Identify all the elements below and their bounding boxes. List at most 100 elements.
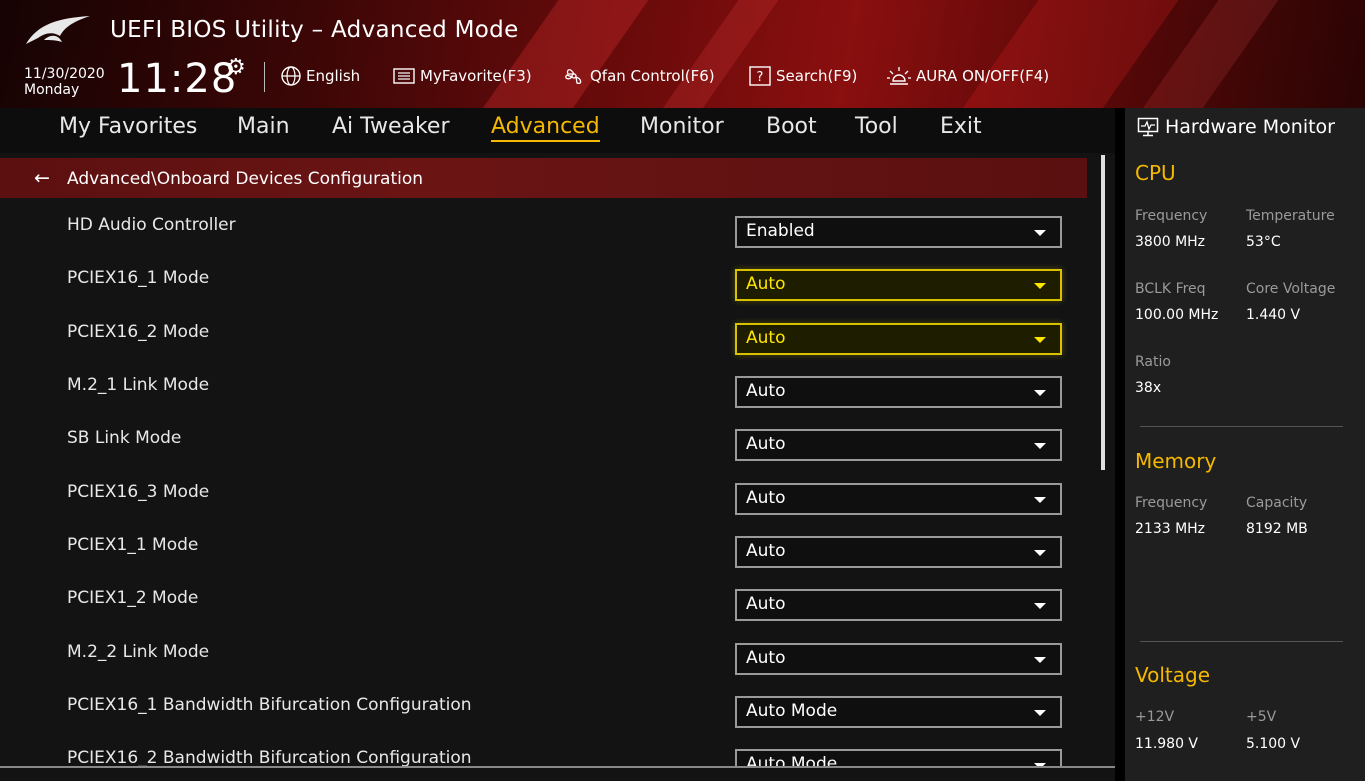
- setting-label: SB Link Mode: [67, 428, 182, 448]
- rog-logo-icon: [26, 16, 90, 44]
- setting-row-pciex16-2-bifurcation: PCIEX16_2 Bandwidth Bifurcation Configur…: [0, 735, 1087, 766]
- setting-label: M.2_1 Link Mode: [67, 375, 210, 395]
- header-bar: UEFI BIOS Utility – Advanced Mode 11/30/…: [0, 0, 1365, 108]
- v5-label: +5V: [1246, 709, 1277, 725]
- setting-dropdown[interactable]: Auto: [735, 643, 1062, 675]
- v12-value: 11.980 V: [1135, 736, 1199, 752]
- language-button[interactable]: English: [280, 64, 360, 88]
- setting-dropdown[interactable]: Enabled: [735, 216, 1062, 248]
- v5-value: 5.100 V: [1246, 736, 1301, 752]
- tab-boot[interactable]: Boot: [766, 114, 817, 139]
- qfan-label: Qfan Control(F6): [590, 67, 715, 85]
- settings-panel: ← Advanced\Onboard Devices Configuration…: [0, 153, 1115, 781]
- tab-my-favorites[interactable]: My Favorites: [59, 114, 197, 139]
- setting-row-pciex16-1-mode: PCIEX16_1 Mode Auto: [0, 255, 1087, 308]
- setting-dropdown[interactable]: Auto Mode: [735, 696, 1062, 728]
- tab-monitor[interactable]: Monitor: [640, 114, 724, 139]
- gear-icon[interactable]: ⚙: [226, 55, 246, 80]
- tab-exit[interactable]: Exit: [940, 114, 982, 139]
- tab-main[interactable]: Main: [237, 114, 290, 139]
- bclk-value: 100.00 MHz: [1135, 307, 1219, 323]
- voltage-heading: Voltage: [1135, 663, 1211, 687]
- dropdown-value: Auto: [746, 488, 786, 508]
- dropdown-value: Auto Mode: [746, 754, 838, 766]
- cpu-heading: CPU: [1135, 161, 1176, 185]
- setting-row-pciex1-2-mode: PCIEX1_2 Mode Auto: [0, 575, 1087, 628]
- ratio-label: Ratio: [1135, 354, 1171, 370]
- hardware-monitor-label: Hardware Monitor: [1165, 116, 1335, 138]
- setting-dropdown[interactable]: Auto: [735, 589, 1062, 621]
- setting-dropdown[interactable]: Auto: [735, 376, 1062, 408]
- chevron-down-icon: [1034, 657, 1046, 663]
- setting-label: PCIEX1_2 Mode: [67, 588, 199, 608]
- breadcrumb-bar: ← Advanced\Onboard Devices Configuration: [0, 158, 1087, 198]
- setting-label: PCIEX16_1 Bandwidth Bifurcation Configur…: [67, 695, 472, 715]
- tab-tool[interactable]: Tool: [855, 114, 898, 139]
- bclk-label: BCLK Freq: [1135, 281, 1206, 297]
- search-button[interactable]: ? Search(F9): [748, 64, 857, 88]
- memory-capacity-label: Capacity: [1246, 495, 1308, 511]
- dropdown-value: Enabled: [746, 221, 815, 241]
- dropdown-value: Auto: [746, 541, 786, 561]
- dropdown-value: Auto: [746, 648, 786, 668]
- scrollbar[interactable]: [1101, 155, 1105, 470]
- setting-dropdown[interactable]: Auto: [735, 483, 1062, 515]
- hardware-monitor-panel: Hardware Monitor CPU Frequency Temperatu…: [1125, 108, 1365, 781]
- setting-row-hd-audio: HD Audio Controller Enabled: [0, 202, 1087, 255]
- setting-dropdown[interactable]: Auto: [735, 323, 1062, 355]
- globe-icon: [281, 66, 301, 86]
- aura-label: AURA ON/OFF(F4): [916, 67, 1050, 85]
- clock-time: 11:28: [117, 56, 238, 102]
- setting-row-pciex1-1-mode: PCIEX1_1 Mode Auto: [0, 522, 1087, 575]
- setting-dropdown[interactable]: Auto: [735, 269, 1062, 301]
- setting-label: PCIEX16_2 Bandwidth Bifurcation Configur…: [67, 748, 472, 766]
- cpu-temperature-value: 53°C: [1246, 234, 1281, 250]
- dropdown-value: Auto: [746, 594, 786, 614]
- setting-row-pciex16-2-mode: PCIEX16_2 Mode Auto: [0, 309, 1087, 362]
- memory-capacity-value: 8192 MB: [1246, 521, 1308, 537]
- setting-dropdown[interactable]: Auto Mode: [735, 749, 1062, 766]
- tab-advanced[interactable]: Advanced: [491, 114, 600, 142]
- chevron-down-icon: [1034, 230, 1046, 236]
- svg-text:?: ?: [757, 70, 764, 85]
- cpu-temperature-label: Temperature: [1246, 208, 1335, 224]
- qfan-control-button[interactable]: Qfan Control(F6): [562, 64, 715, 88]
- search-label: Search(F9): [776, 67, 858, 85]
- clipped-row-viewport: PCIEX16_2 Bandwidth Bifurcation Configur…: [0, 735, 1087, 766]
- myfavorite-button[interactable]: MyFavorite(F3): [392, 64, 532, 88]
- back-arrow-icon[interactable]: ←: [34, 169, 50, 188]
- chevron-down-icon: [1034, 390, 1046, 396]
- cpu-frequency-label: Frequency: [1135, 208, 1208, 224]
- core-voltage-value: 1.440 V: [1246, 307, 1301, 323]
- monitor-icon: [1137, 117, 1159, 137]
- tab-ai-tweaker[interactable]: Ai Tweaker: [332, 114, 450, 139]
- hardware-monitor-title: Hardware Monitor: [1137, 116, 1335, 138]
- setting-dropdown[interactable]: Auto: [735, 429, 1062, 461]
- setting-row-sb-link-mode: SB Link Mode Auto: [0, 415, 1087, 468]
- setting-row-m2-1-link-mode: M.2_1 Link Mode Auto: [0, 362, 1087, 415]
- setting-row-pciex16-1-bifurcation: PCIEX16_1 Bandwidth Bifurcation Configur…: [0, 682, 1087, 735]
- chevron-down-icon: [1034, 497, 1046, 503]
- chevron-down-icon: [1034, 550, 1046, 556]
- aura-light-icon: [887, 67, 911, 85]
- ratio-value: 38x: [1135, 380, 1162, 396]
- setting-label: HD Audio Controller: [67, 215, 236, 235]
- section-divider: [1140, 641, 1343, 642]
- setting-label: M.2_2 Link Mode: [67, 642, 210, 662]
- favorite-list-icon: [393, 68, 415, 84]
- bottom-divider: [0, 766, 1115, 768]
- chevron-down-icon: [1034, 443, 1046, 449]
- help-search-icon: ?: [749, 66, 771, 86]
- date-text: 11/30/2020: [24, 66, 105, 82]
- setting-row-pciex16-3-mode: PCIEX16_3 Mode Auto: [0, 469, 1087, 522]
- dropdown-value: Auto: [746, 381, 786, 401]
- memory-frequency-label: Frequency: [1135, 495, 1208, 511]
- v12-label: +12V: [1135, 709, 1175, 725]
- app-title: UEFI BIOS Utility – Advanced Mode: [110, 17, 519, 43]
- chevron-down-icon: [1034, 283, 1046, 289]
- fan-icon: [565, 69, 582, 85]
- setting-dropdown[interactable]: Auto: [735, 536, 1062, 568]
- setting-label: PCIEX16_3 Mode: [67, 482, 210, 502]
- aura-toggle-button[interactable]: AURA ON/OFF(F4): [886, 64, 1049, 88]
- setting-row-m2-2-link-mode: M.2_2 Link Mode Auto: [0, 629, 1087, 682]
